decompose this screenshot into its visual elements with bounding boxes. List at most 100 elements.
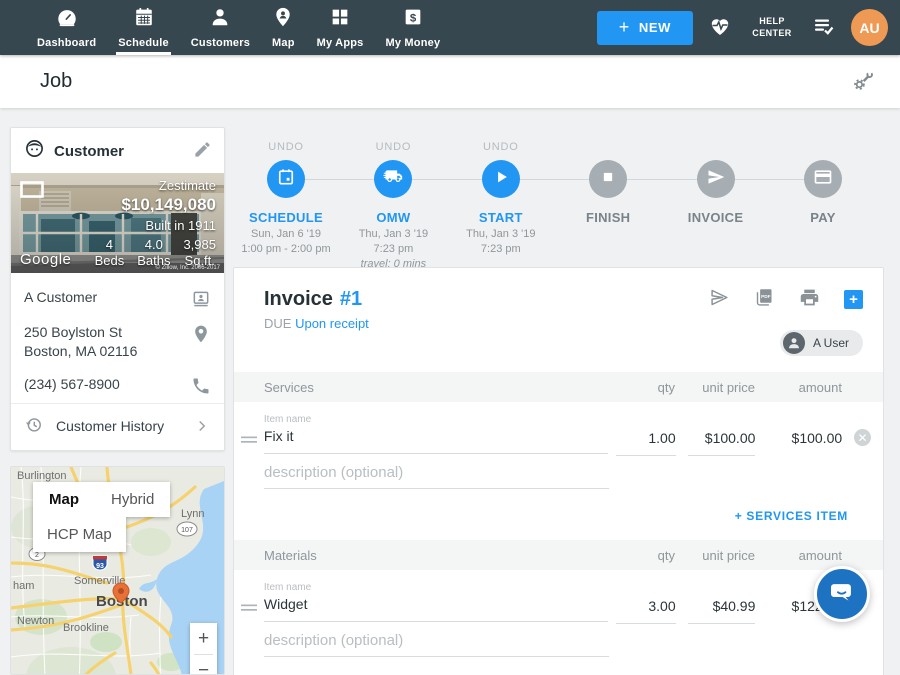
add-invoice-item-button[interactable]: + — [844, 290, 863, 309]
zoom-out-button[interactable]: − — [190, 655, 217, 675]
hcp-map-button[interactable]: HCP Map — [33, 517, 126, 552]
step-label: PAY — [810, 210, 835, 225]
help-center-link[interactable]: HELP CENTER — [747, 16, 797, 39]
item-name-label: Item name — [264, 582, 608, 593]
unit-price-column-header: unit price — [687, 548, 755, 563]
drag-handle[interactable] — [234, 582, 264, 612]
nav-item-dashboard[interactable]: Dashboard — [26, 0, 107, 55]
service-qty-input[interactable] — [616, 430, 676, 456]
nav-label: Customers — [191, 37, 250, 49]
health-heart-button[interactable] — [708, 14, 732, 41]
apps-grid-icon — [329, 6, 351, 37]
step-time: 7:23 pm — [481, 243, 521, 255]
omw-step-button[interactable] — [374, 160, 412, 198]
invoice-header: Invoice #1 PDF + DUE Upon receipt A User — [234, 268, 883, 372]
invoice-step-button[interactable] — [697, 160, 735, 198]
nav-label: Map — [272, 37, 295, 49]
schedule-step-button[interactable] — [267, 160, 305, 198]
pdf-button[interactable]: PDF — [754, 287, 775, 311]
pdf-icon: PDF — [754, 287, 775, 311]
speedometer-icon — [56, 6, 78, 37]
credit-card-icon — [813, 167, 833, 192]
chat-launcher-button[interactable] — [814, 566, 870, 622]
customer-face-icon — [24, 138, 45, 164]
streetview-frame-icon — [20, 181, 44, 203]
send-invoice-button[interactable] — [709, 287, 730, 311]
send-icon — [706, 167, 726, 192]
zoom-in-button[interactable]: + — [190, 623, 217, 654]
svg-text:2: 2 — [35, 552, 39, 559]
history-icon — [24, 415, 43, 437]
printer-icon — [799, 287, 820, 311]
remove-service-item-button[interactable]: ✕ — [854, 429, 871, 446]
add-services-item-link[interactable]: + SERVICES ITEM — [735, 509, 848, 523]
finish-step-button[interactable] — [589, 160, 627, 198]
step-time: 1:00 pm - 2:00 pm — [241, 243, 330, 255]
service-description-input[interactable] — [264, 464, 609, 489]
materials-label: Materials — [234, 548, 615, 563]
zestimate-block: Zestimate $10,149,080 Built in 1911 4Bed… — [95, 178, 216, 270]
material-description-input[interactable] — [264, 632, 609, 657]
pay-step-button[interactable] — [804, 160, 842, 198]
page-content: Customer — [0, 108, 900, 675]
contact-badge-icon — [191, 288, 211, 309]
customer-address-row[interactable]: 250 Boylston StBoston, MA 02116 — [11, 316, 224, 368]
customer-history-link[interactable]: Customer History — [11, 403, 224, 448]
map-label-newton: Newton — [17, 615, 54, 627]
invoice-due: DUE Upon receipt — [264, 316, 863, 331]
user-avatar[interactable]: AU — [851, 9, 888, 46]
customer-address: 250 Boylston StBoston, MA 02116 — [24, 323, 137, 361]
undo-start-link[interactable]: UNDO — [483, 141, 519, 154]
start-step-button[interactable] — [482, 160, 520, 198]
drag-handle[interactable] — [234, 414, 264, 444]
beds-value: 4 — [95, 237, 125, 253]
chat-bubble-icon — [829, 579, 855, 610]
svg-text:PDF: PDF — [761, 294, 771, 300]
nav-item-my-apps[interactable]: My Apps — [306, 0, 375, 55]
amount-column-header: amount — [767, 548, 842, 563]
undo-schedule-link[interactable]: UNDO — [268, 141, 304, 154]
edit-customer-button[interactable] — [193, 140, 212, 162]
location-pin-icon — [191, 323, 211, 344]
route-shield-93: 93 — [93, 556, 107, 570]
material-qty-input[interactable] — [616, 598, 676, 624]
customer-name-row[interactable]: A Customer — [11, 281, 224, 316]
step-label: FINISH — [586, 210, 630, 225]
customer-info: A Customer 250 Boylston StBoston, MA 021… — [11, 273, 224, 450]
step-time: 7:23 pm — [374, 243, 414, 255]
material-name-input[interactable] — [264, 596, 608, 622]
nav-item-map[interactable]: Map — [261, 0, 306, 55]
map-card: Burlington Lynn Somerville ham Newton Br… — [10, 466, 225, 675]
material-description-row — [234, 624, 883, 657]
streetview-image[interactable]: Zestimate $10,149,080 Built in 1911 4Bed… — [11, 173, 224, 273]
nav-items: Dashboard Schedule Customers Map My Apps… — [0, 0, 451, 55]
job-settings-button[interactable] — [851, 69, 874, 95]
hybrid-button[interactable]: Hybrid — [95, 482, 170, 517]
assigned-user-chip[interactable]: A User — [780, 330, 863, 356]
invoice-number[interactable]: #1 — [340, 288, 362, 311]
invoice-actions: PDF + — [709, 287, 863, 311]
undo-omw-link[interactable]: UNDO — [376, 141, 412, 154]
wrench-gear-icon — [851, 69, 874, 95]
nav-item-schedule[interactable]: Schedule — [107, 0, 180, 55]
task-list-button[interactable] — [812, 14, 836, 41]
due-value-link[interactable]: Upon receipt — [295, 316, 369, 331]
item-name-label: Item name — [264, 414, 608, 425]
service-price-input[interactable] — [688, 430, 756, 456]
print-button[interactable] — [799, 287, 820, 311]
svg-text:$: $ — [410, 12, 417, 24]
map-label-lynn: Lynn — [181, 508, 204, 520]
person-pin-icon — [272, 6, 294, 37]
map-type-controls: Map Hybrid HCP Map — [33, 482, 170, 552]
heart-pulse-icon — [708, 14, 732, 41]
service-name-input[interactable] — [264, 428, 608, 454]
unit-price-column-header: unit price — [687, 380, 755, 395]
timeline-step-pay: PAY — [770, 127, 876, 270]
nav-item-my-money[interactable]: $ My Money — [375, 0, 452, 55]
material-price-input[interactable] — [688, 598, 756, 624]
map-button[interactable]: Map — [33, 482, 95, 517]
nav-item-customers[interactable]: Customers — [180, 0, 261, 55]
customer-phone-row[interactable]: (234) 567-8900 — [11, 368, 224, 403]
built-year: Built in 1911 — [95, 218, 216, 233]
new-button[interactable]: + NEW — [597, 11, 693, 45]
